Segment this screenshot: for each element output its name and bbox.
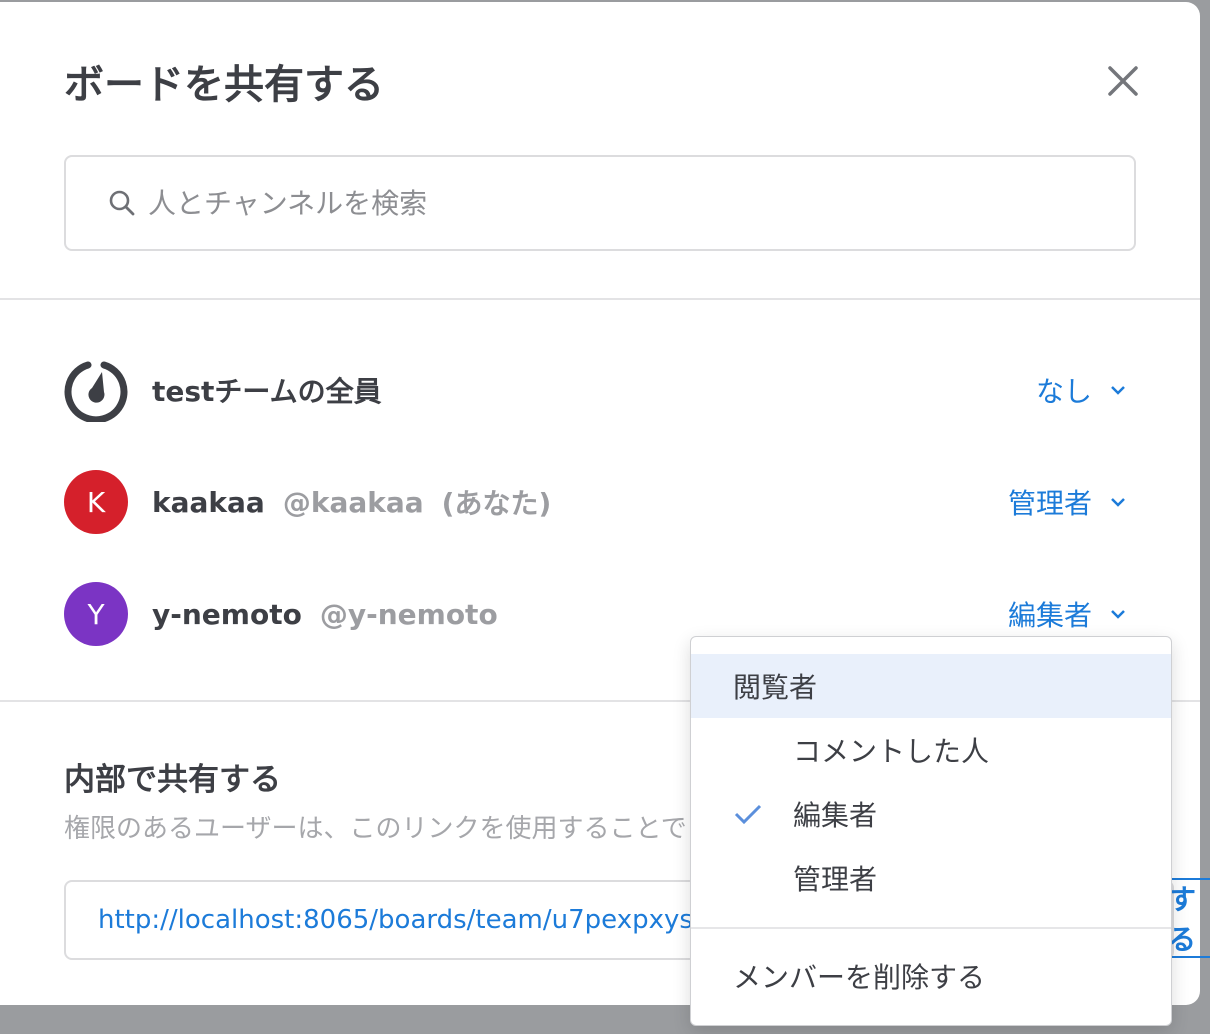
member-row-kaakaa: K kaakaa @kaakaa (あなた) 管理者 xyxy=(64,470,1136,534)
internal-share-title: 内部で共有する xyxy=(64,762,281,798)
search-field[interactable] xyxy=(64,155,1136,251)
chevron-down-icon xyxy=(1111,610,1125,619)
menu-item-label: 編集者 xyxy=(793,799,878,832)
member-name: y-nemoto xyxy=(152,597,302,631)
close-icon xyxy=(1108,66,1138,96)
role-menu: 閲覧者 コメントした人 編集者 管理者 メンバーを削除する xyxy=(690,636,1172,1026)
member-name: kaakaa xyxy=(152,485,265,519)
member-you-label: (あなた) xyxy=(441,487,552,520)
menu-item-label: コメントした人 xyxy=(793,735,990,768)
menu-item-admin[interactable]: 管理者 xyxy=(691,846,1171,910)
role-dropdown-team[interactable]: なし xyxy=(1036,370,1126,410)
menu-item-viewer[interactable]: 閲覧者 xyxy=(691,654,1171,718)
menu-item-remove-member[interactable]: メンバーを削除する xyxy=(691,944,1171,1008)
menu-item-label: 閲覧者 xyxy=(733,671,818,704)
mattermost-logo-icon xyxy=(64,358,128,422)
member-handle: @kaakaa xyxy=(282,485,424,519)
menu-item-label: 管理者 xyxy=(793,863,878,896)
role-label: 編集者 xyxy=(1007,599,1092,632)
chevron-down-icon xyxy=(1111,498,1125,507)
dialog-title: ボードを共有する xyxy=(64,62,384,108)
role-label: なし xyxy=(1035,375,1092,408)
search-input[interactable] xyxy=(148,186,1048,220)
member-row-team: testチームの全員 なし xyxy=(64,358,1136,422)
menu-item-editor[interactable]: 編集者 xyxy=(691,782,1171,846)
member-name: testチームの全員 xyxy=(152,375,382,408)
avatar: K xyxy=(64,470,128,534)
menu-item-commenter[interactable]: コメントした人 xyxy=(691,718,1171,782)
chevron-down-icon xyxy=(1111,386,1125,395)
role-dropdown-kaakaa[interactable]: 管理者 xyxy=(1008,482,1126,522)
member-handle: @y-nemoto xyxy=(319,597,498,631)
menu-divider xyxy=(691,927,1171,929)
check-icon xyxy=(734,804,762,825)
role-dropdown-y-nemoto[interactable]: 編集者 xyxy=(1008,594,1126,634)
share-link-url[interactable]: http://localhost:8065/boards/team/u7pexp… xyxy=(98,905,693,935)
search-icon xyxy=(108,189,136,217)
menu-item-label: メンバーを削除する xyxy=(733,961,986,994)
internal-share-description: 権限のあるユーザーは、このリンクを使用することで xyxy=(64,814,687,844)
avatar: Y xyxy=(64,582,128,646)
role-label: 管理者 xyxy=(1007,487,1092,520)
close-button[interactable] xyxy=(1100,58,1146,104)
header-divider xyxy=(0,298,1200,300)
